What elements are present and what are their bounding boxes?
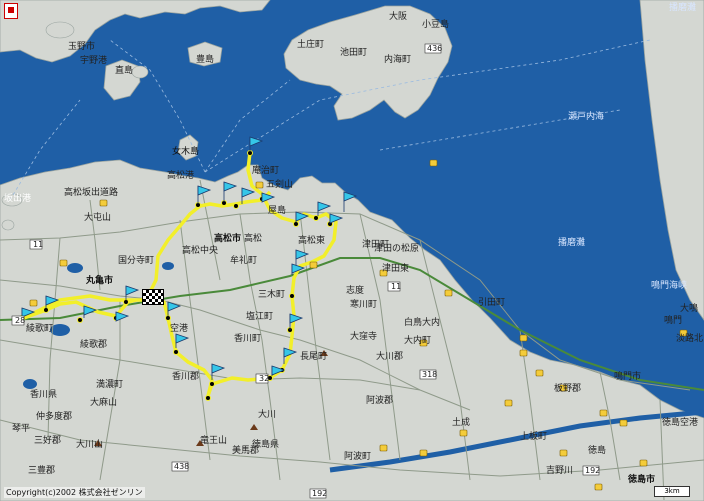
label-megijima: 女木島 — [172, 147, 200, 157]
copyright-notice: Copyright(c)2002 株式会社ゼンリン — [4, 487, 145, 498]
label-takamatsu-port: 高松港 — [167, 171, 195, 181]
label-nakatado: 仲多度郡 — [36, 412, 73, 422]
route-11-east: 11 — [391, 282, 402, 291]
label-uchinomi: 内海町 — [384, 55, 412, 65]
label-kokubunji: 国分寺町 — [118, 256, 155, 266]
route-318: 318 — [422, 370, 438, 379]
label-kagawa-cho: 香川町 — [234, 334, 262, 344]
reservoir-3 — [23, 379, 37, 389]
label-mitoyo: 三豊郡 — [28, 466, 56, 476]
label-awa-gun: 阿波郡 — [366, 396, 394, 406]
route-192: 192 — [312, 489, 328, 498]
label-tsuda-matsu: 津田の松原 — [374, 244, 420, 254]
label-shiratori: 白鳥大内 — [404, 318, 441, 328]
label-tsuda-higashi: 津田東 — [382, 264, 410, 274]
label-ikeda-gun: 三好郡 — [34, 436, 62, 446]
label-okubo: 大窪寺 — [350, 332, 378, 342]
label-ikeda: 池田町 — [340, 48, 368, 58]
label-ohkawa: 大川 — [258, 410, 277, 420]
sea-label-harima-nada: 播磨灘 — [558, 238, 586, 248]
label-uno-port: 宇野港 — [80, 56, 108, 66]
label-kagawa-gun: 香川郡 — [172, 372, 200, 382]
sea-label-harima-nada-top: 播磨灘 — [669, 3, 697, 13]
route-192-east: 192 — [585, 466, 601, 475]
land-islet-2 — [131, 65, 149, 79]
label-omiyama: 大屯山 — [84, 213, 112, 223]
land-islet-4 — [1, 219, 15, 231]
label-awa-city: 阿波町 — [344, 452, 372, 462]
label-takamatsu: 高松 — [244, 234, 263, 244]
reservoir-4 — [162, 262, 174, 270]
label-takamatsu-chuo: 高松中央 — [182, 246, 219, 256]
label-ryuo-zan: 竜王山 — [200, 436, 228, 446]
label-takamatsu-higashi: 高松東 — [298, 236, 326, 246]
land-okayama — [0, 0, 271, 63]
label-mure: 牟礼町 — [230, 256, 258, 266]
label-okawa-gun: 大川郡 — [376, 352, 404, 362]
route-436: 436 — [427, 44, 443, 53]
flag-icon — [249, 136, 264, 152]
label-awaji-kita: 大鳴 — [680, 304, 699, 314]
label-donari: 土成 — [452, 418, 471, 428]
land-islet-1 — [45, 21, 75, 39]
label-kagawa-kencho: 香川県 — [30, 390, 58, 400]
label-takamatsu-city: 高松市 — [214, 234, 242, 244]
route-438: 438 — [174, 462, 190, 471]
label-hiketa: 引田町 — [478, 298, 506, 308]
label-aji: 庵治町 — [252, 166, 280, 176]
label-ayauta: 綾歌町 — [26, 324, 54, 334]
label-manno: 満濃町 — [96, 380, 124, 390]
label-ayauta-gun: 綾歌郡 — [80, 340, 108, 350]
map-corner-icon — [4, 3, 18, 19]
label-tonosho: 土庄町 — [297, 40, 325, 50]
scale-bar: 3km — [654, 486, 690, 497]
map-view[interactable]: 播磨灘 瀬戸内海 播磨灘 鳴門海峡 大阪 小豆島 土庄町 池田町 内海町 玉野市… — [0, 0, 704, 501]
label-ohkawa-yama: 大川山 — [76, 440, 104, 450]
label-tokushima-airport: 徳島空港 — [662, 418, 699, 428]
reservoir-2 — [67, 263, 83, 273]
label-shionoe: 塩江町 — [246, 312, 274, 322]
label-samukawa: 寒川町 — [350, 300, 378, 310]
label-nagao: 長尾町 — [300, 352, 328, 362]
label-goken-yama: 五剣山 — [266, 180, 294, 190]
route-11-west: 11 — [33, 240, 44, 249]
label-mt-konpira: 大麻山 — [90, 398, 118, 408]
label-miki: 三木町 — [258, 290, 286, 300]
label-ohchi: 大内町 — [404, 336, 432, 346]
label-shodoshima: 小豆島 — [422, 20, 450, 30]
label-teshima: 豊島 — [196, 55, 215, 65]
sea-label-naruto-strait: 鳴門海峡 — [651, 281, 688, 291]
route-28: 28 — [15, 316, 26, 325]
label-airport: 空港 — [170, 324, 189, 334]
label-marugame: 丸亀市 — [86, 276, 114, 286]
map-canvas — [0, 0, 704, 501]
land-awaji — [639, 0, 704, 321]
label-sakaide-port: 坂出港 — [4, 194, 32, 204]
label-naruto-city: 鳴門市 — [614, 372, 642, 382]
label-tokushima-kencho: 徳島 — [588, 446, 607, 456]
label-tamano: 玉野市 — [68, 42, 96, 52]
label-takamatsu-sakaide-road: 高松坂出道路 — [64, 188, 119, 198]
label-naoshima: 直島 — [115, 66, 134, 76]
label-yoshinogawa: 吉野川 — [546, 466, 574, 476]
start-goal-checkered-flag-icon[interactable] — [142, 289, 164, 305]
label-shido: 志度 — [346, 286, 365, 296]
label-kotohira: 琴平 — [12, 424, 31, 434]
sea-label-setonaikai: 瀬戸内海 — [568, 112, 605, 122]
route-32: 32 — [259, 374, 270, 383]
label-mima: 美馬郡 — [232, 446, 260, 456]
label-yashima: 屋島 — [268, 206, 287, 216]
label-osaka-ferry-top: 大阪 — [389, 12, 408, 22]
label-tokushima-city: 徳島市 — [628, 475, 656, 485]
label-awaji-north: 淡路北 — [676, 334, 704, 344]
label-naruto: 鳴門 — [664, 316, 683, 326]
label-kamiita: 上板町 — [520, 432, 548, 442]
label-itano: 板野郡 — [554, 384, 582, 394]
